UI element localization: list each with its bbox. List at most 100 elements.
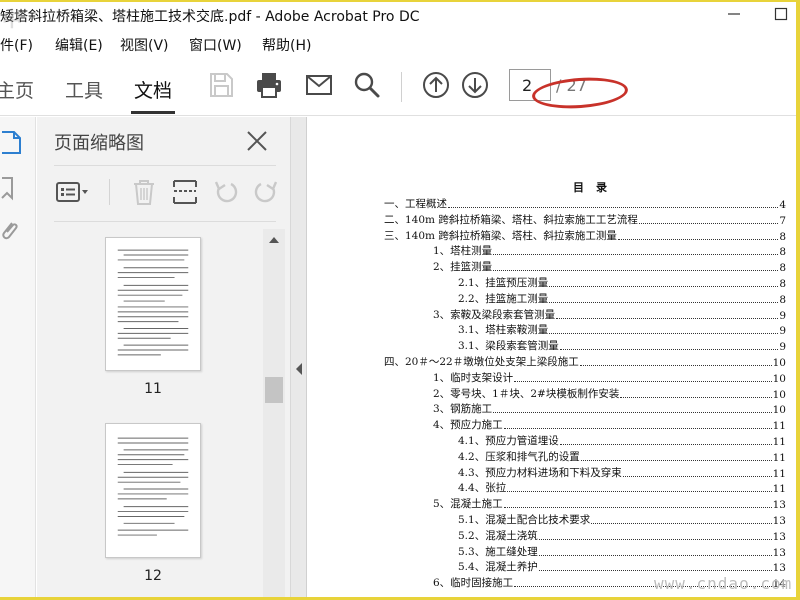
scrollbar-thumb[interactable] xyxy=(265,377,283,403)
document-view[interactable]: 目录 一、工程概述 4 二、140m 跨斜拉桥箱梁、塔柱、斜拉索施工工艺流程 7 三、1… xyxy=(308,117,796,597)
close-icon[interactable] xyxy=(245,129,269,153)
toc-entry[interactable]: 四、20＃～22＃墩墩位处支架上梁段施工 10 xyxy=(384,355,786,369)
toc-entry-title: 4.4、张拉 xyxy=(458,482,507,495)
toc-entry[interactable]: 3.1、塔柱索鞍测量 9 xyxy=(458,323,786,337)
rotate-left-icon[interactable] xyxy=(209,177,243,207)
collapse-arrow-icon[interactable] xyxy=(295,363,303,375)
toc-entry-page: 11 xyxy=(772,451,786,464)
pane-tool-separator xyxy=(109,179,110,205)
menu-window[interactable]: 窗口(W) xyxy=(189,35,242,55)
title-bar: 矮塔斜拉桥箱梁、塔柱施工技术交底.pdf - Adobe Acrobat Pro… xyxy=(0,2,796,28)
minimize-icon[interactable] xyxy=(724,4,744,24)
toc-entry[interactable]: 5.2、混凝土浇筑 13 xyxy=(458,529,786,543)
menu-view[interactable]: 视图(V) xyxy=(120,35,169,55)
toc-entry[interactable]: 2、挂篮测量 8 xyxy=(433,260,786,274)
toc-leader-dots xyxy=(493,270,779,272)
tab-home[interactable]: 主页 xyxy=(0,76,34,103)
page-thumbnail[interactable] xyxy=(105,237,201,371)
toc-entry[interactable]: 2.1、挂篮预压测量 8 xyxy=(458,276,786,290)
toc-entry-title: 3.1、塔柱索鞍测量 xyxy=(458,324,549,337)
toolbar: 主页 工具 文档 xyxy=(0,58,796,116)
toc-heading: 目录 xyxy=(573,181,619,194)
toc-entry-title: 2.1、挂篮预压测量 xyxy=(458,277,549,289)
rotate-right-icon[interactable] xyxy=(249,177,283,207)
toc-entry[interactable]: 2.2、挂篮施工测量 8 xyxy=(458,292,786,306)
toc-entry[interactable]: 4.2、压浆和排气孔的设置 11 xyxy=(458,450,786,464)
toc-leader-dots xyxy=(591,523,772,524)
toc-leader-dots xyxy=(538,554,772,556)
toc-entry-page: 9 xyxy=(779,309,786,322)
pane-title: 页面缩略图 xyxy=(54,133,144,154)
toc-entry-title: 一、工程概述 xyxy=(384,198,447,210)
toc-entry-page: 10 xyxy=(772,388,786,401)
toc-entry[interactable]: 1、临时支架设计 10 xyxy=(433,371,786,385)
toc-entry-page: 8 xyxy=(779,246,786,259)
pane-divider xyxy=(54,221,276,222)
maximize-icon[interactable] xyxy=(771,4,791,24)
page-thumbnail[interactable] xyxy=(105,423,201,558)
toc-entry[interactable]: 3、索鞍及梁段索套管测量 9 xyxy=(433,308,786,322)
toc-entry[interactable]: 5.4、混凝土养护 13 xyxy=(458,560,786,574)
toc-entry-title: 2、挂篮测量 xyxy=(433,261,493,274)
toc-entry-title: 5.4、混凝土养护 xyxy=(458,561,538,574)
menu-bar: 件(F) 编辑(E) 视图(V) 窗口(W) 帮助(H) xyxy=(0,32,796,56)
toc-leader-dots xyxy=(549,286,779,287)
toc-entry-title: 5.3、施工缝处理 xyxy=(458,545,538,558)
mail-icon[interactable] xyxy=(304,70,334,100)
toc-entry[interactable]: 三、140m 跨斜拉桥箱梁、塔柱、斜拉索施工测量 8 xyxy=(384,229,786,243)
toc-entry-page: 10 xyxy=(772,404,786,417)
toc-entry[interactable]: 二、140m 跨斜拉桥箱梁、塔柱、斜拉索施工工艺流程 7 xyxy=(384,213,786,227)
navigation-rail xyxy=(0,117,36,597)
menu-help[interactable]: 帮助(H) xyxy=(262,35,311,55)
toc-entry[interactable]: 4.1、预应力管道埋设 11 xyxy=(458,434,786,448)
toc-entry-title: 1、塔柱测量 xyxy=(433,245,493,258)
delete-icon[interactable] xyxy=(127,177,161,207)
toc-entry-page: 7 xyxy=(779,214,786,227)
toc-entry-title: 5.2、混凝土浇筑 xyxy=(458,529,538,542)
toc-entry-page: 11 xyxy=(772,420,786,433)
tab-document[interactable]: 文档 xyxy=(134,76,172,103)
page-thumbnails-icon[interactable] xyxy=(0,129,24,155)
toolbar-separator xyxy=(401,72,402,102)
toc-entry-page: 8 xyxy=(779,278,786,290)
search-icon[interactable] xyxy=(352,70,382,100)
menu-file[interactable]: 件(F) xyxy=(0,35,33,55)
toc-leader-dots xyxy=(503,428,772,430)
save-icon[interactable] xyxy=(206,70,236,100)
thumbnail-scrollbar[interactable] xyxy=(263,229,285,597)
toc-entry[interactable]: 5、混凝土施工 13 xyxy=(433,497,786,511)
toc-entry[interactable]: 2、零号块、1＃块、2#块模板制作安装 10 xyxy=(433,387,786,401)
toc-leader-dots xyxy=(580,459,772,461)
toc-entry-page: 10 xyxy=(772,357,786,369)
toc-entry[interactable]: 4.4、张拉 11 xyxy=(458,481,786,495)
toc-entry[interactable]: 5.3、施工缝处理 13 xyxy=(458,545,786,559)
toc-entry-page: 11 xyxy=(772,467,786,480)
toc-entry-title: 2、零号块、1＃块、2#块模板制作安装 xyxy=(433,387,620,400)
toc-entry[interactable]: 4.3、预应力材料进场和下料及穿束 11 xyxy=(458,466,786,480)
attachment-icon[interactable] xyxy=(0,217,24,243)
toc-entry[interactable]: 4、预应力施工 11 xyxy=(433,418,786,432)
toc-entry-page: 13 xyxy=(772,530,786,543)
tab-tools[interactable]: 工具 xyxy=(65,76,103,103)
next-page-icon[interactable] xyxy=(460,70,490,100)
scroll-up-icon[interactable] xyxy=(268,235,280,245)
toc-entry[interactable]: 5.1、混凝土配合比技术要求 13 xyxy=(458,513,786,527)
page-thumbnails-pane: 页面缩略图 11 12 xyxy=(37,117,290,597)
toc-entry-page: 11 xyxy=(772,436,786,448)
toc-entry[interactable]: 3.1、梁段索套管测量 9 xyxy=(458,339,786,353)
pane-collapse-handle[interactable] xyxy=(290,117,307,597)
toc-leader-dots xyxy=(514,380,772,382)
menu-edit[interactable]: 编辑(E) xyxy=(55,35,103,55)
toc-entry-page: 9 xyxy=(779,341,786,354)
toc-entry[interactable]: 1、塔柱测量 8 xyxy=(433,244,786,258)
toc-entry[interactable]: 一、工程概述 4 xyxy=(384,197,786,211)
toc-leader-dots xyxy=(549,333,779,335)
toc-entry[interactable]: 3、钢筋施工 10 xyxy=(433,402,786,416)
print-icon[interactable] xyxy=(254,70,284,100)
previous-page-icon[interactable] xyxy=(421,70,451,100)
extract-page-icon[interactable] xyxy=(169,177,203,207)
toc-leader-dots xyxy=(556,317,779,319)
toc-entry-page: 8 xyxy=(779,230,786,243)
bookmark-icon[interactable] xyxy=(0,175,24,201)
options-menu-icon[interactable] xyxy=(55,177,89,207)
